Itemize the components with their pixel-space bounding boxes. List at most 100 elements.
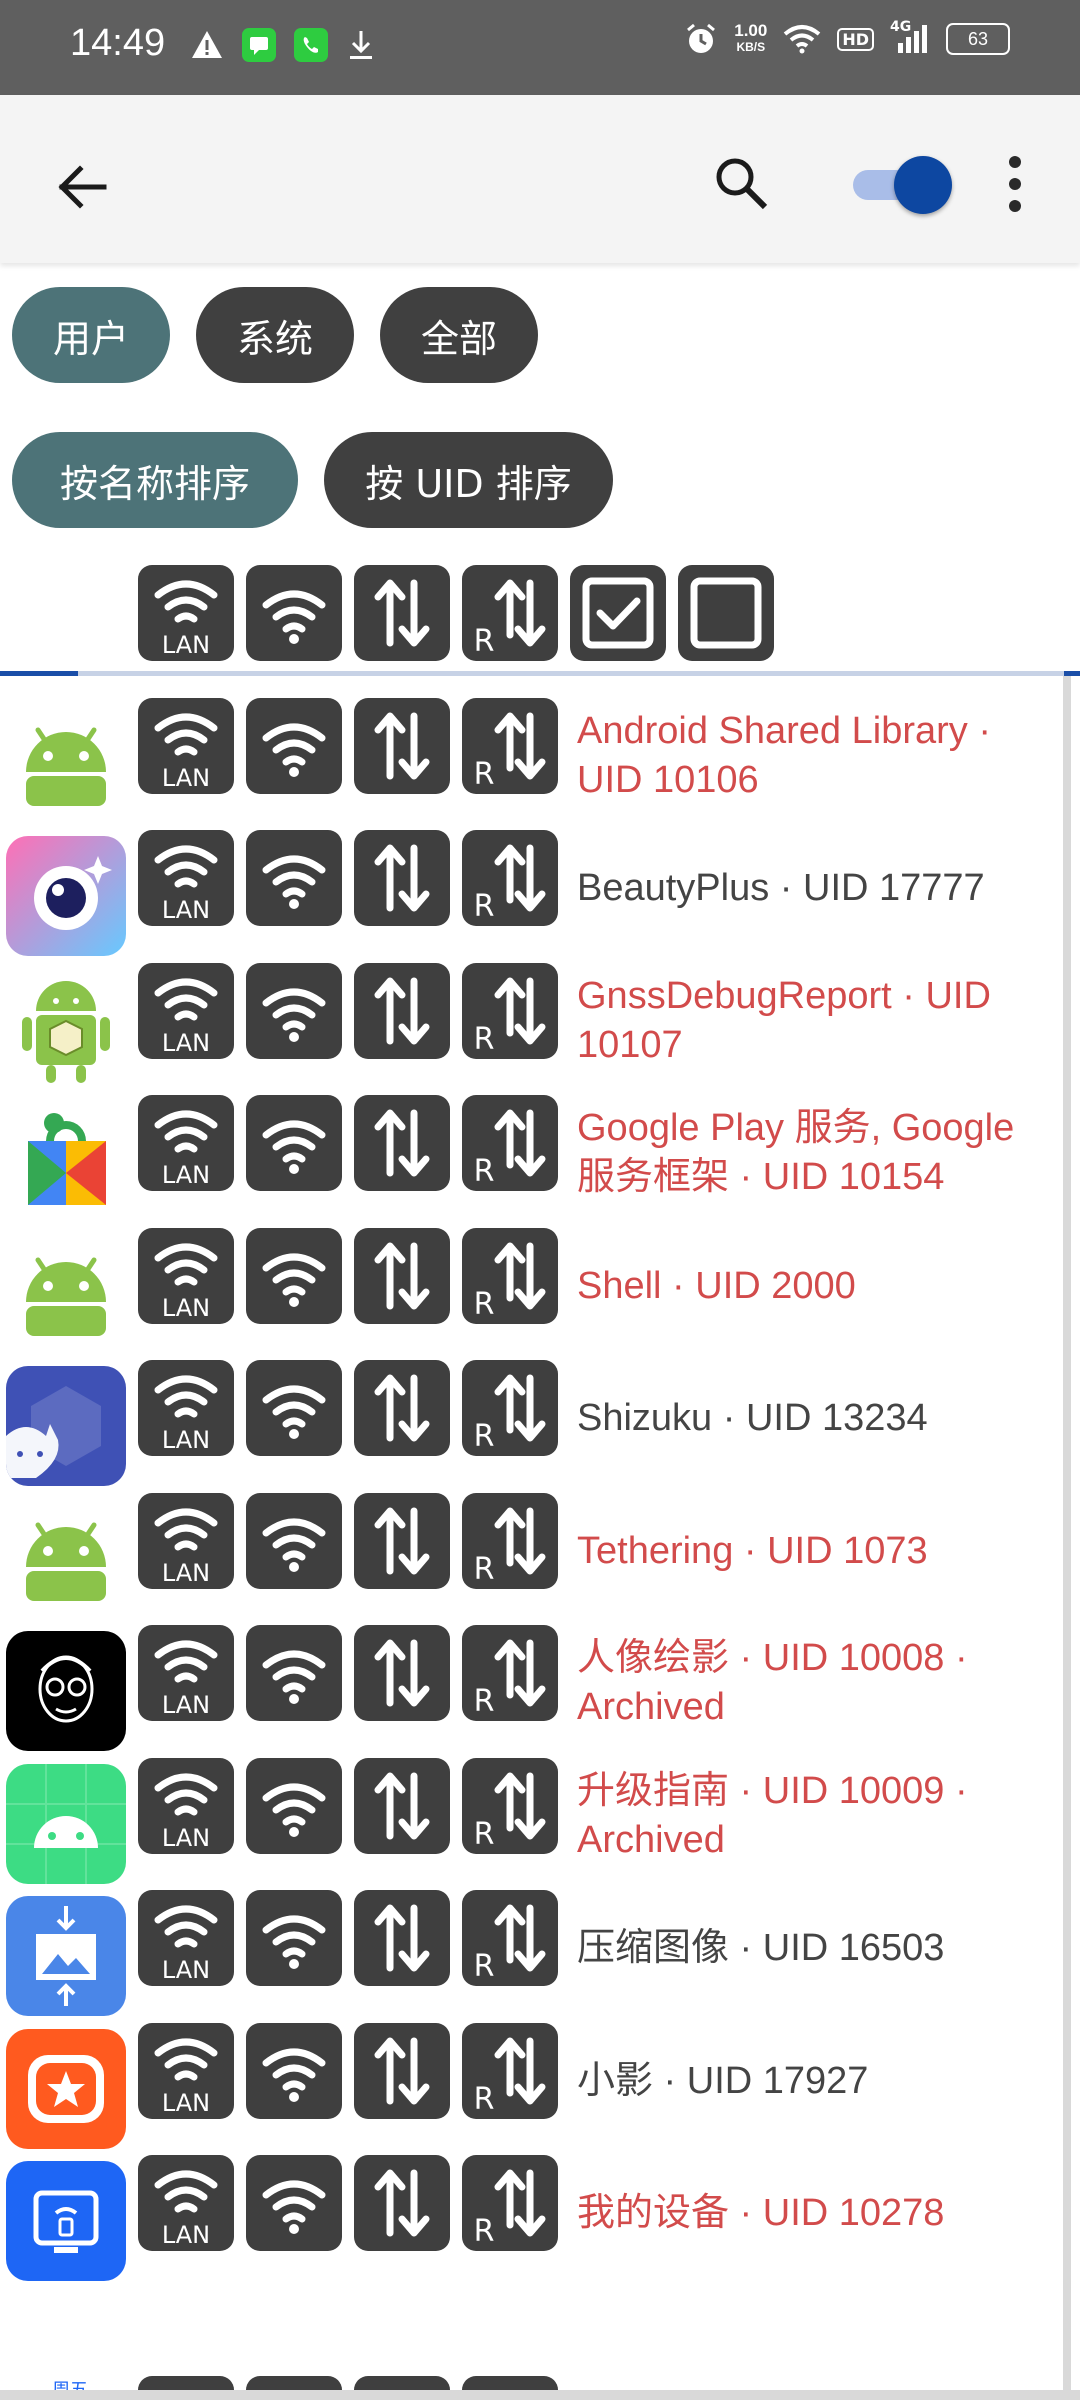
mobile-data-toggle-icon[interactable] xyxy=(354,1228,450,1324)
sort-chips: 按名称排序 按 UID 排序 xyxy=(12,432,613,528)
wifi-lan-toggle-icon[interactable]: LAN xyxy=(138,1758,234,1854)
app-name-label: BeautyPlus · UID 17777 xyxy=(577,866,985,909)
mobile-data-toggle-icon[interactable] xyxy=(354,2023,450,2119)
toggle-all-wifi-icon[interactable] xyxy=(246,565,342,661)
roaming-toggle-icon[interactable]: R xyxy=(462,2023,558,2119)
roaming-toggle-icon[interactable]: R xyxy=(462,1228,558,1324)
status-system-icons: 1.00 KB/S HD 4G 63 xyxy=(684,19,1010,56)
app-name-label: 升级指南 · UID 10009 · Archived xyxy=(577,1770,968,1861)
roaming-toggle-icon[interactable]: R xyxy=(462,1493,558,1589)
wifi-lan-toggle-icon[interactable]: LAN xyxy=(138,830,234,926)
wifi-toggle-icon[interactable] xyxy=(246,1758,342,1854)
download-icon xyxy=(350,31,372,59)
wifi-toggle-icon[interactable] xyxy=(246,698,342,794)
mobile-data-toggle-icon[interactable] xyxy=(354,2155,450,2251)
app-row[interactable]: LAN R 我的设备 · UID 10278 xyxy=(0,2147,1060,2281)
toggle-all-roaming-icon[interactable]: R xyxy=(462,565,558,661)
app-row[interactable]: LAN R 升级指南 · UID 10009 · Archived xyxy=(0,1750,1060,1884)
wifi-toggle-icon[interactable] xyxy=(246,1228,342,1324)
app-row[interactable]: LAN R 小影 · UID 17927 xyxy=(0,2015,1060,2149)
app-name-label: Shizuku · UID 13234 xyxy=(577,1396,928,1439)
compress-image-icon xyxy=(6,1896,126,2016)
app-row[interactable]: LAN R BeautyPlus · UID 17777 xyxy=(0,822,1060,956)
wifi-toggle-icon[interactable] xyxy=(246,1095,342,1191)
app-row[interactable]: LAN R Android Shared Library · UID 10106 xyxy=(0,690,1060,824)
wifi-lan-toggle-icon[interactable]: LAN xyxy=(138,1228,234,1324)
wifi-toggle-icon[interactable] xyxy=(246,1360,342,1456)
wifi-toggle-icon[interactable] xyxy=(246,2023,342,2119)
chip-sort-uid[interactable]: 按 UID 排序 xyxy=(324,432,613,528)
wifi-toggle-icon[interactable] xyxy=(246,1493,342,1589)
roaming-toggle-icon[interactable]: R xyxy=(462,830,558,926)
chip-all[interactable]: 全部 xyxy=(380,287,538,383)
chip-user[interactable]: 用户 xyxy=(12,287,170,383)
roaming-toggle-icon[interactable]: R xyxy=(462,1360,558,1456)
svg-text:R: R xyxy=(474,1684,495,1719)
roaming-toggle-icon[interactable]: R xyxy=(462,1890,558,1986)
bottom-edge xyxy=(0,2390,1080,2400)
uncheck-all-icon[interactable] xyxy=(678,565,774,661)
wifi-toggle-icon[interactable] xyxy=(246,830,342,926)
app-row[interactable]: LAN R 压缩图像 · UID 16503 xyxy=(0,1882,1060,2016)
svg-text:R: R xyxy=(474,1419,495,1454)
app-row[interactable]: LAN R Tethering · UID 1073 xyxy=(0,1485,1060,1619)
app-row[interactable]: LAN R GnssDebugReport · UID 10107 xyxy=(0,955,1060,1089)
mobile-data-toggle-icon[interactable] xyxy=(354,1758,450,1854)
svg-text:LAN: LAN xyxy=(162,1426,210,1454)
check-all-icon[interactable] xyxy=(570,565,666,661)
roaming-toggle-icon[interactable]: R xyxy=(462,1758,558,1854)
wifi-lan-toggle-icon[interactable]: LAN xyxy=(138,963,234,1059)
wifi-lan-toggle-icon[interactable]: LAN xyxy=(138,1890,234,1986)
svg-text:LAN: LAN xyxy=(162,896,210,924)
chip-sort-name[interactable]: 按名称排序 xyxy=(12,432,298,528)
mobile-data-toggle-icon[interactable] xyxy=(354,698,450,794)
roaming-toggle-icon[interactable]: R xyxy=(462,963,558,1059)
wifi-toggle-icon[interactable] xyxy=(246,2155,342,2251)
wifi-lan-toggle-icon[interactable]: LAN xyxy=(138,1360,234,1456)
svg-text:LAN: LAN xyxy=(162,1559,210,1587)
roaming-toggle-icon[interactable]: R xyxy=(462,698,558,794)
alarm-icon xyxy=(687,23,716,53)
beautyplus-icon xyxy=(6,836,126,956)
wifi-toggle-icon[interactable] xyxy=(246,963,342,1059)
wifi-lan-toggle-icon[interactable]: LAN xyxy=(138,698,234,794)
mobile-data-toggle-icon[interactable] xyxy=(354,1890,450,1986)
svg-text:LAN: LAN xyxy=(162,2221,210,2249)
app-row[interactable]: LAN R Google Play 服务, Google 服务框架 · UID 1… xyxy=(0,1087,1060,1221)
svg-text:R: R xyxy=(474,889,495,924)
net-speed: 1.00 KB/S xyxy=(734,21,768,54)
search-icon[interactable] xyxy=(705,147,777,219)
mobile-data-toggle-icon[interactable] xyxy=(354,1493,450,1589)
toggle-all-mobile-data-icon[interactable] xyxy=(354,565,450,661)
portrait-sketch-icon xyxy=(6,1631,126,1751)
mobile-data-toggle-icon[interactable] xyxy=(354,830,450,926)
wifi-lan-toggle-icon[interactable]: LAN xyxy=(138,1095,234,1191)
wifi-lan-toggle-icon[interactable]: LAN xyxy=(138,2023,234,2119)
app-row[interactable]: LAN R Shizuku · UID 13234 xyxy=(0,1352,1060,1486)
wifi-lan-toggle-icon[interactable]: LAN xyxy=(138,1493,234,1589)
wifi-toggle-icon[interactable] xyxy=(246,1625,342,1721)
filter-toggle-switch[interactable] xyxy=(853,154,953,214)
roaming-toggle-icon[interactable]: R xyxy=(462,1625,558,1721)
app-row[interactable]: LAN R Shell · UID 2000 xyxy=(0,1220,1060,1354)
my-device-icon xyxy=(6,2161,126,2281)
roaming-toggle-icon[interactable]: R xyxy=(462,2155,558,2251)
app-name-label: Tethering · UID 1073 xyxy=(577,1529,928,1572)
svg-text:LAN: LAN xyxy=(162,1294,210,1322)
mobile-data-toggle-icon[interactable] xyxy=(354,1095,450,1191)
chip-system[interactable]: 系统 xyxy=(196,287,354,383)
toggle-all-wifi-lan-icon[interactable]: LAN xyxy=(138,565,234,661)
wifi-lan-toggle-icon[interactable]: LAN xyxy=(138,2155,234,2251)
app-row[interactable]: LAN R 人像绘影 · UID 10008 · Archived xyxy=(0,1617,1060,1751)
roaming-toggle-icon[interactable]: R xyxy=(462,1095,558,1191)
mobile-data-toggle-icon[interactable] xyxy=(354,1625,450,1721)
arrow-left-icon[interactable] xyxy=(48,151,120,223)
svg-text:R: R xyxy=(474,1552,495,1587)
android-green-icon xyxy=(6,1764,126,1884)
mobile-data-toggle-icon[interactable] xyxy=(354,1360,450,1456)
wifi-lan-toggle-icon[interactable]: LAN xyxy=(138,1625,234,1721)
mobile-data-toggle-icon[interactable] xyxy=(354,963,450,1059)
more-vert-icon[interactable] xyxy=(995,148,1035,220)
scrollbar[interactable] xyxy=(1063,676,1071,2400)
wifi-toggle-icon[interactable] xyxy=(246,1890,342,1986)
